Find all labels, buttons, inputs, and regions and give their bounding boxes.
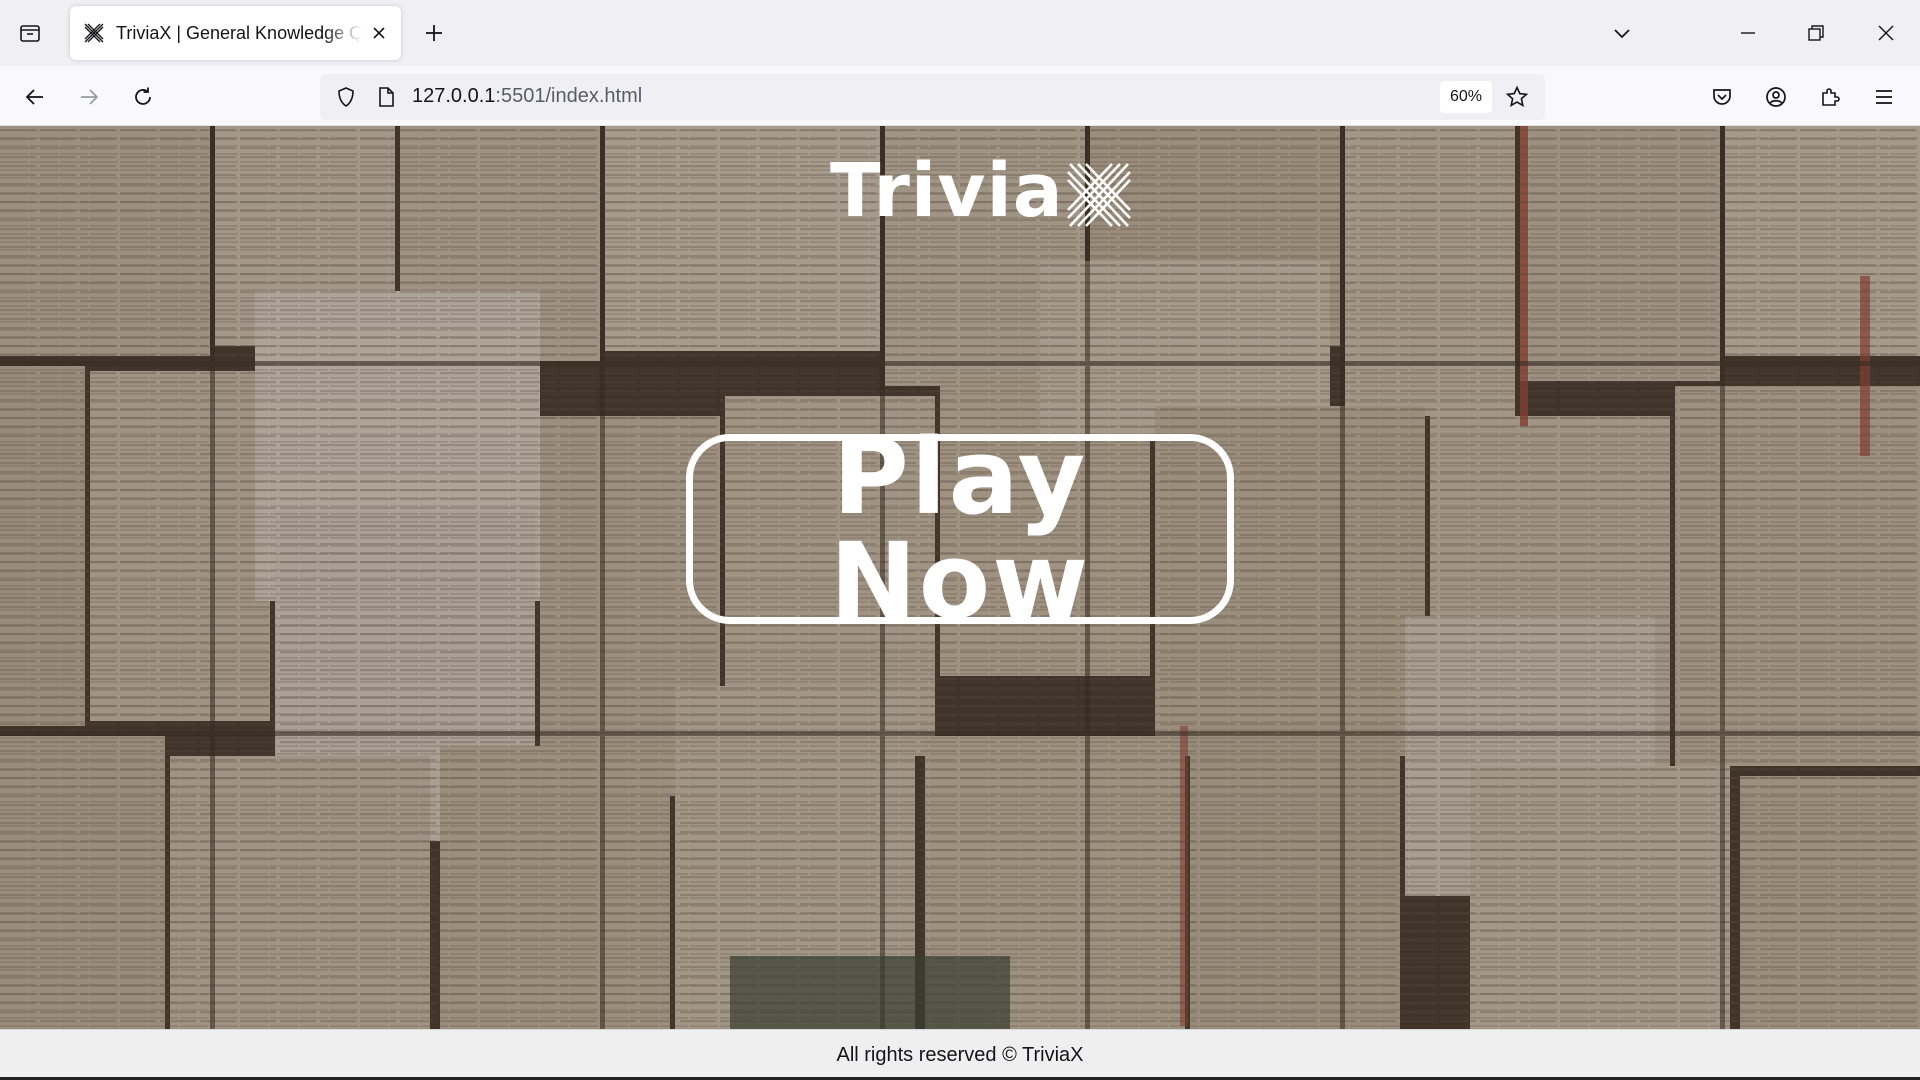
url-host: 127.0.0.1 <box>412 85 496 107</box>
navigation-toolbar: 127.0.0.1:5501/index.html 60% <box>0 66 1920 126</box>
back-arrow-icon[interactable] <box>16 78 54 116</box>
close-window-icon[interactable] <box>1870 17 1902 49</box>
pocket-icon[interactable] <box>1703 78 1741 116</box>
tab-close-icon[interactable] <box>367 21 391 45</box>
reload-icon[interactable] <box>124 78 162 116</box>
url-path: :5501/index.html <box>495 85 643 107</box>
page-footer: All rights reserved © TriviaX <box>0 1029 1920 1080</box>
account-icon[interactable] <box>1757 78 1795 116</box>
star-icon[interactable] <box>1500 80 1534 114</box>
shield-icon[interactable] <box>330 81 362 113</box>
tab-list-icon[interactable] <box>14 17 46 49</box>
url-bar[interactable]: 127.0.0.1:5501/index.html 60% <box>320 74 1545 120</box>
page-content: Trivia Play Now <box>0 126 1920 1029</box>
url-text[interactable]: 127.0.0.1:5501/index.html <box>412 85 642 108</box>
tab-title: TriviaX | General Knowledge Quiz <box>116 22 361 43</box>
copyright-text: All rights reserved © TriviaX <box>836 1043 1084 1066</box>
restore-icon[interactable] <box>1800 17 1832 49</box>
active-tab[interactable]: TriviaX | General Knowledge Quiz <box>70 6 401 60</box>
chevron-down-icon[interactable] <box>1606 17 1638 49</box>
logo-text: Trivia <box>830 148 1064 234</box>
forward-arrow-icon[interactable] <box>70 78 108 116</box>
plus-icon[interactable] <box>418 17 450 49</box>
play-now-label: Play Now <box>829 416 1091 642</box>
tab-strip: TriviaX | General Knowledge Quiz <box>0 0 1920 66</box>
zoom-level-badge[interactable]: 60% <box>1440 81 1492 113</box>
play-now-button[interactable]: Play Now <box>686 425 1234 633</box>
extensions-icon[interactable] <box>1811 78 1849 116</box>
logo-x-icon <box>1066 163 1131 227</box>
minimize-icon[interactable] <box>1732 17 1764 49</box>
hamburger-menu-icon[interactable] <box>1865 78 1903 116</box>
triviax-logo[interactable]: Trivia <box>830 146 1132 236</box>
page-icon[interactable] <box>370 81 402 113</box>
triviax-favicon-icon <box>82 21 106 45</box>
